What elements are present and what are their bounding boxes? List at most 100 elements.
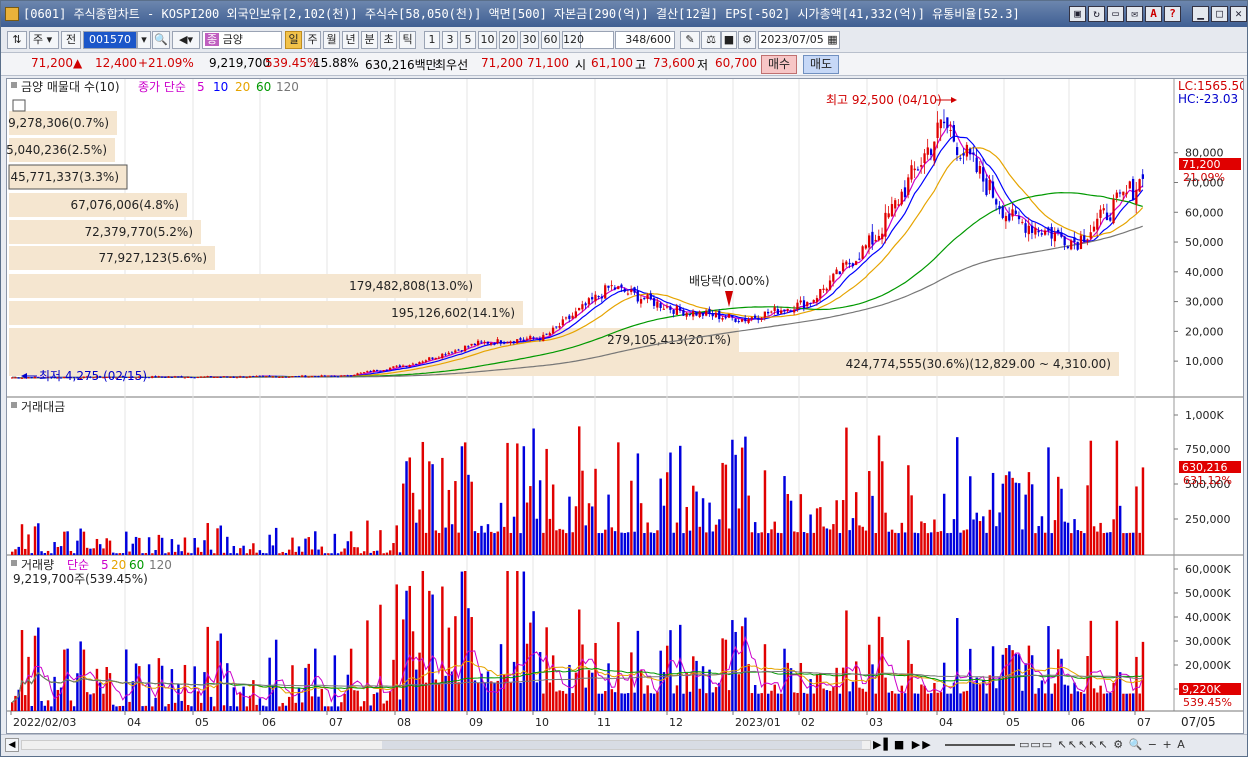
period-button[interactable]: 틱 (399, 31, 416, 49)
candle-body (972, 152, 975, 155)
refresh-icon[interactable]: ↻ (1088, 6, 1105, 22)
buy-button[interactable]: 매수 (761, 55, 798, 74)
volume-ma-label: 단순 (67, 558, 89, 572)
amount-bar (646, 522, 649, 555)
volume-bar (773, 684, 776, 711)
candle-body (424, 360, 428, 362)
x-axis-label: 05 (1006, 716, 1020, 729)
candle-body (395, 365, 398, 367)
interval-button[interactable]: 5 (460, 31, 476, 49)
all-button[interactable]: 전 (61, 31, 81, 49)
period-button[interactable]: 주 (304, 31, 321, 49)
help-icon[interactable]: ? (1164, 6, 1181, 22)
volume-bar (496, 680, 499, 711)
candle-body (405, 366, 408, 368)
chart-area[interactable]: 424,774,555(30.6%)(12,829.00 ~ 4,310.00)… (0, 78, 1247, 734)
scroll-left-icon[interactable]: ◀ (5, 738, 19, 752)
amount-bar (1066, 522, 1070, 555)
volume-bar (213, 706, 216, 711)
interval-button[interactable]: 10 (478, 31, 497, 49)
candle-body (366, 371, 369, 373)
amount-bar (685, 506, 688, 555)
candle-body (705, 310, 708, 316)
zoom-slider[interactable] (945, 744, 1015, 746)
interval-button[interactable]: 60 (541, 31, 560, 49)
tool-icon[interactable]: ✎ (680, 31, 700, 49)
candle-body (258, 375, 261, 377)
period-button[interactable]: 분 (361, 31, 378, 49)
candle-body (975, 157, 978, 173)
volume-bar (675, 685, 679, 711)
interval-button[interactable]: 1 (424, 31, 440, 49)
scrollbar-track[interactable] (21, 740, 871, 750)
amount-bar (209, 549, 213, 555)
amount-bar (265, 553, 268, 555)
amount-bar (1109, 532, 1112, 555)
interval-button[interactable]: 20 (499, 31, 518, 49)
mail-icon[interactable]: ✉ (1126, 6, 1143, 22)
volume: 9,219,700 (209, 56, 271, 70)
candle-body (177, 376, 180, 378)
compare-icon[interactable]: ⚖ (701, 31, 721, 49)
candle-body (503, 342, 506, 344)
period-button[interactable]: 월 (323, 31, 340, 49)
settings-icon[interactable]: ⚙ (738, 31, 756, 49)
playback-controls[interactable]: ▶▌■ ▶▶ (873, 738, 933, 751)
amount-bar (95, 538, 99, 555)
window-icon[interactable]: ▭ (1107, 6, 1124, 22)
volume-bar (939, 692, 943, 711)
market-select[interactable]: 주 ▾ (29, 31, 59, 49)
interval-button[interactable]: 3 (442, 31, 458, 49)
chart-canvas[interactable]: 424,774,555(30.6%)(12,829.00 ~ 4,310.00)… (0, 79, 1247, 733)
candle-body (180, 376, 183, 378)
sell-button[interactable]: 매도 (803, 55, 840, 74)
volume-bar (437, 682, 441, 711)
restore-icon[interactable]: ▣ (1069, 6, 1086, 22)
candle-body (604, 285, 607, 299)
amount-bar (434, 530, 438, 555)
volume-bar (806, 693, 809, 711)
amount-bar (359, 553, 363, 555)
maximize-button[interactable]: □ (1211, 6, 1228, 22)
speaker-icon[interactable]: ◀▾ (172, 31, 200, 49)
period-button[interactable]: 초 (380, 31, 397, 49)
amount-bar (53, 542, 56, 555)
amount-bar (389, 550, 392, 555)
candle-body (828, 280, 832, 290)
volume-bar (525, 643, 529, 711)
candle-body (998, 205, 1001, 210)
period-button[interactable]: 년 (342, 31, 359, 49)
scrollbar-thumb[interactable] (382, 741, 862, 749)
amount-bar (193, 538, 196, 555)
interval-button[interactable]: 30 (520, 31, 539, 49)
date-input[interactable]: 2023/07/05 ▦ (758, 31, 840, 49)
amount-bar (571, 532, 574, 555)
font-icon[interactable]: A (1145, 6, 1162, 22)
grid-table-icon[interactable] (12, 99, 26, 112)
close-button[interactable]: ✕ (1230, 6, 1247, 22)
volume-bar (959, 693, 962, 711)
candle-body (213, 377, 216, 379)
stock-code-input[interactable]: 001570 (83, 31, 137, 49)
code-dropdown-icon[interactable]: ▾ (137, 31, 151, 49)
amount-bar (1001, 483, 1005, 555)
priority-label: 최우선 (435, 58, 469, 72)
drawing-tools[interactable]: ▭▭▭ ↖↖↖↖↖ ⚙ 🔍 − + A (1019, 738, 1186, 751)
minimize-button[interactable]: ▁ (1192, 6, 1209, 22)
amount-bar (607, 494, 610, 555)
count-input[interactable]: 348/600 (615, 31, 675, 49)
amount-bar (747, 495, 750, 555)
amount-bar (718, 519, 721, 555)
candle-body (714, 312, 718, 318)
interval-button[interactable]: 120 (562, 31, 584, 49)
amount-bar (274, 527, 278, 555)
stock-name-field[interactable]: 종 금양 (202, 31, 282, 49)
search-icon[interactable]: 🔍 (152, 31, 170, 49)
save-icon[interactable]: ■ (721, 31, 737, 49)
candle-body (701, 313, 705, 316)
link-icon[interactable]: ⇅ (7, 31, 27, 49)
volume-bar (287, 696, 291, 711)
amount-bar (802, 532, 806, 555)
period-button[interactable]: 일 (285, 31, 302, 49)
volume-bar (656, 691, 659, 711)
